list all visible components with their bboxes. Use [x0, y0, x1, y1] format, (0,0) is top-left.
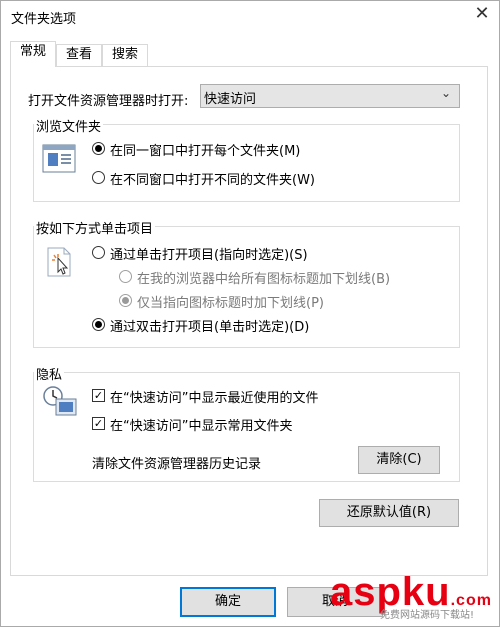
clear-history-button[interactable]: 清除(C) — [358, 446, 440, 474]
close-icon[interactable]: ✕ — [472, 4, 492, 24]
double-click-label: 通过双击打开项目(单击时选定)(D) — [110, 320, 310, 335]
same-window-label: 在同一窗口中打开每个文件夹(M) — [110, 144, 301, 159]
open-explorer-selected-value: 快速访问 — [204, 92, 257, 107]
clear-history-label: 清除文件资源管理器历史记录 — [92, 457, 262, 472]
radio-double-click[interactable] — [92, 318, 105, 331]
privacy-clock-icon — [42, 385, 78, 420]
browse-folders-title: 浏览文件夹 — [34, 116, 104, 135]
chevron-down-icon: ⌄ — [441, 86, 452, 100]
radio-underline-browser[interactable] — [119, 270, 132, 283]
underline-point-label: 仅当指向图标标题时加下划线(P) — [137, 296, 324, 311]
tab-general[interactable]: 常规 — [10, 41, 56, 67]
checkbox-recent-files[interactable]: ✓ — [92, 389, 105, 402]
radio-same-window[interactable] — [92, 142, 105, 155]
radio-single-click[interactable] — [92, 246, 105, 259]
privacy-title: 隐私 — [34, 364, 65, 383]
recent-files-label: 在“快速访问”中显示最近使用的文件 — [110, 391, 319, 406]
browse-folders-group — [33, 124, 460, 202]
underline-browser-label: 在我的浏览器中给所有图标标题加下划线(B) — [137, 272, 391, 287]
radio-underline-point[interactable] — [119, 294, 132, 307]
folder-window-icon — [42, 143, 76, 178]
open-explorer-label: 打开文件资源管理器时打开: — [28, 94, 189, 109]
click-pointer-icon — [44, 246, 74, 281]
tab-search[interactable]: 搜索 — [102, 44, 148, 66]
new-window-label: 在不同窗口中打开不同的文件夹(W) — [110, 173, 315, 188]
tab-view[interactable]: 查看 — [56, 44, 102, 66]
watermark-subtitle: 免费网站源码下载站! — [380, 610, 475, 621]
ok-button[interactable]: 确定 — [180, 587, 276, 617]
click-items-title: 按如下方式单击项目 — [34, 218, 156, 237]
window-title: 文件夹选项 — [11, 12, 77, 27]
checkbox-frequent-folders[interactable]: ✓ — [92, 417, 105, 430]
single-click-label: 通过单击打开项目(指向时选定)(S) — [110, 248, 308, 263]
restore-defaults-button[interactable]: 还原默认值(R) — [319, 499, 459, 527]
radio-new-window[interactable] — [92, 171, 105, 184]
frequent-folders-label: 在“快速访问”中显示常用文件夹 — [110, 419, 293, 434]
